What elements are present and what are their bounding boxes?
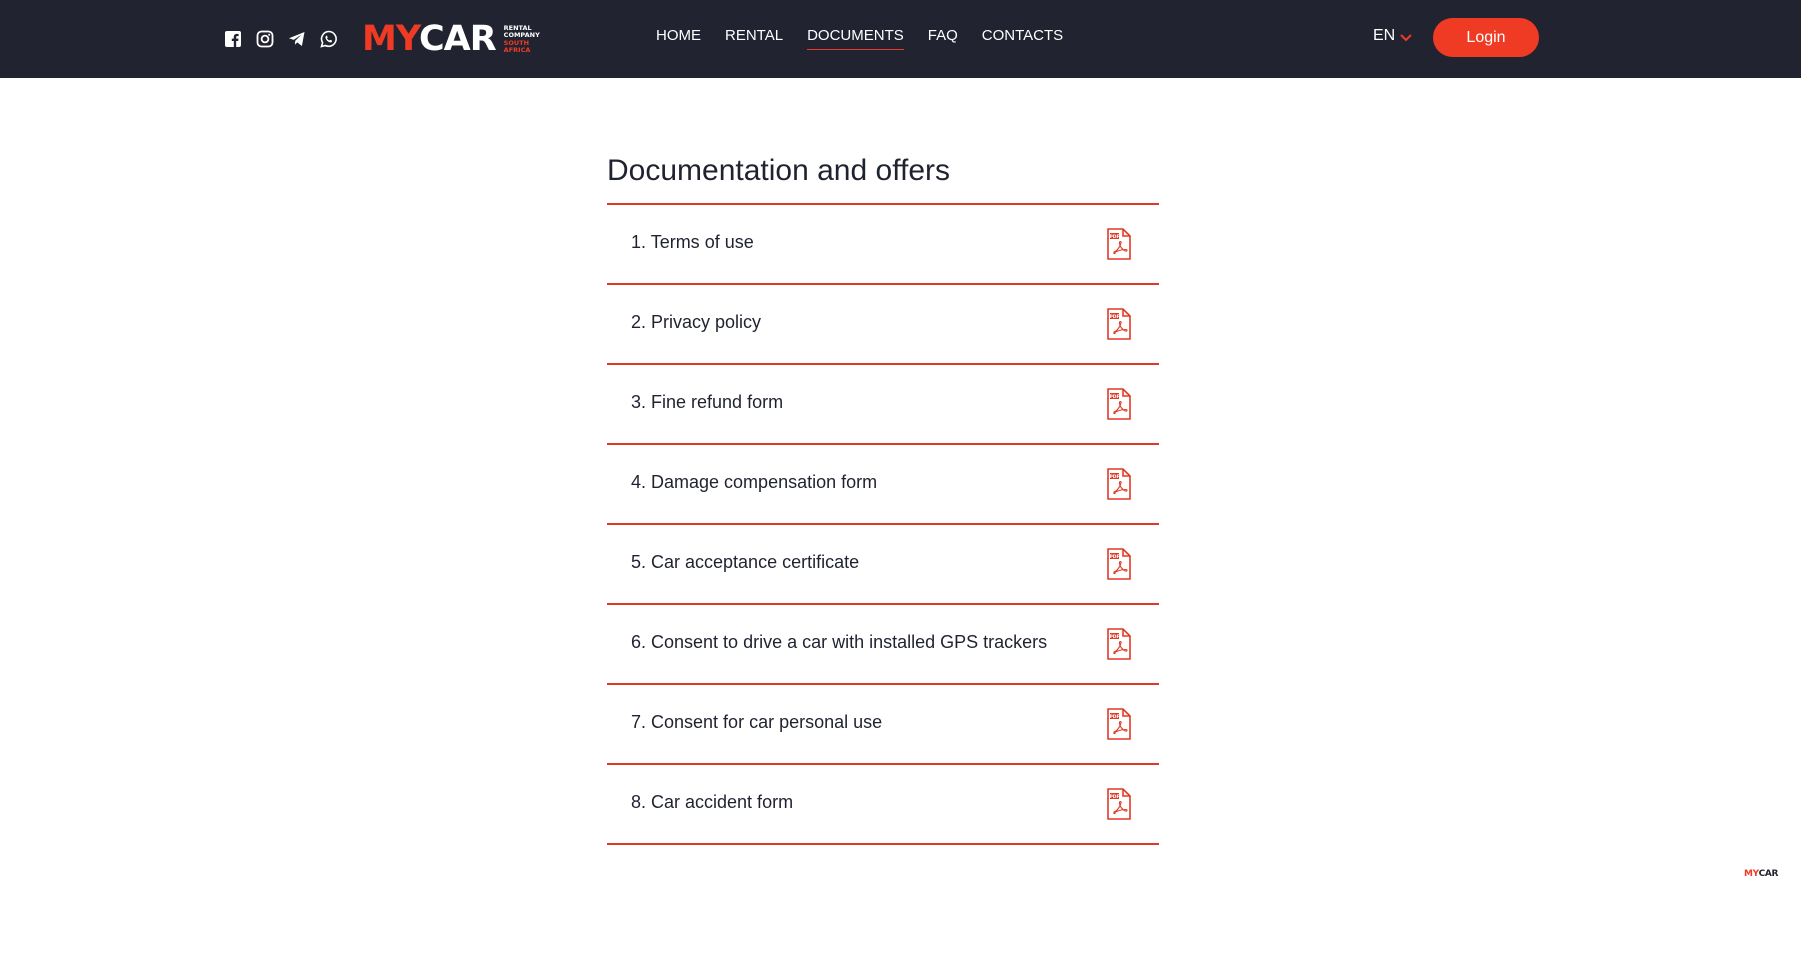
pdf-icon[interactable]: PDF (1105, 308, 1133, 340)
document-label: 2. Privacy policy (631, 311, 762, 332)
document-label: 5. Car acceptance certificate (631, 551, 860, 572)
documents-list: 1. Terms of use PDF 2. Privacy policy PDF 3.… (607, 205, 1159, 845)
nav-contacts[interactable]: CONTACTS (982, 27, 1063, 50)
telegram-icon[interactable] (281, 28, 313, 50)
svg-text:PDF: PDF (1109, 634, 1119, 640)
pdf-icon[interactable]: PDF (1105, 228, 1133, 260)
svg-text:PDF: PDF (1109, 474, 1119, 480)
login-button[interactable]: Login (1433, 18, 1539, 57)
svg-text:PDF: PDF (1109, 314, 1119, 320)
corner-logo: MYCAR (1744, 869, 1778, 879)
logo-car-text: CAR (418, 19, 497, 59)
logo-my-text: MY (362, 19, 420, 59)
nav-home[interactable]: HOME (656, 27, 701, 50)
language-selector[interactable]: EN (1373, 27, 1413, 45)
document-label: 3. Fine refund form (631, 391, 784, 412)
page-title: Documentation and offers (607, 152, 1159, 205)
svg-text:PDF: PDF (1109, 714, 1119, 720)
document-label: 4. Damage compensation form (631, 471, 878, 492)
document-row[interactable]: 1. Terms of use PDF (607, 205, 1159, 285)
document-row[interactable]: 4. Damage compensation form PDF (607, 445, 1159, 525)
svg-text:PDF: PDF (1109, 554, 1119, 560)
documents-section: Documentation and offers 1. Terms of use… (607, 152, 1159, 845)
facebook-icon[interactable] (217, 28, 249, 50)
document-row[interactable]: 5. Car acceptance certificate PDF (607, 525, 1159, 605)
document-label: 7. Consent for car personal use (631, 711, 883, 732)
pdf-icon[interactable]: PDF (1105, 628, 1133, 660)
whatsapp-icon[interactable] (313, 28, 345, 50)
svg-text:PDF: PDF (1109, 794, 1119, 800)
language-label: EN (1373, 27, 1396, 44)
document-row[interactable]: 8. Car accident form PDF (607, 765, 1159, 845)
document-row[interactable]: 3. Fine refund form PDF (607, 365, 1159, 445)
svg-text:PDF: PDF (1109, 394, 1119, 400)
pdf-icon[interactable]: PDF (1105, 388, 1133, 420)
chevron-down-icon (1400, 33, 1412, 41)
pdf-icon[interactable]: PDF (1105, 788, 1133, 820)
nav-documents[interactable]: DOCUMENTS (807, 27, 904, 50)
document-label: 8. Car accident form (631, 791, 794, 812)
social-links (217, 28, 345, 50)
document-row[interactable]: 6. Consent to drive a car with installed… (607, 605, 1159, 685)
document-row[interactable]: 7. Consent for car personal use PDF (607, 685, 1159, 765)
logo-wordmark: MYCAR (362, 19, 497, 59)
top-navigation-bar: MYCAR RENTAL COMPANY SOUTH AFRICA HOME R… (0, 0, 1801, 78)
logo-sub-line: AFRICA (503, 45, 531, 54)
logo-subtitle: RENTAL COMPANY SOUTH AFRICA (503, 24, 540, 55)
pdf-icon[interactable]: PDF (1105, 468, 1133, 500)
svg-text:PDF: PDF (1109, 234, 1119, 240)
document-label: 6. Consent to drive a car with installed… (631, 631, 1048, 652)
nav-faq[interactable]: FAQ (928, 27, 958, 50)
main-nav: HOME RENTAL DOCUMENTS FAQ CONTACTS (656, 27, 1063, 50)
document-label: 1. Terms of use (631, 231, 754, 252)
instagram-icon[interactable] (249, 28, 281, 50)
corner-logo-my: MY (1744, 869, 1759, 879)
corner-logo-car: CAR (1758, 869, 1779, 879)
pdf-icon[interactable]: PDF (1105, 548, 1133, 580)
pdf-icon[interactable]: PDF (1105, 708, 1133, 740)
mycar-logo[interactable]: MYCAR RENTAL COMPANY SOUTH AFRICA (362, 22, 540, 57)
document-row[interactable]: 2. Privacy policy PDF (607, 285, 1159, 365)
nav-rental[interactable]: RENTAL (725, 27, 783, 50)
